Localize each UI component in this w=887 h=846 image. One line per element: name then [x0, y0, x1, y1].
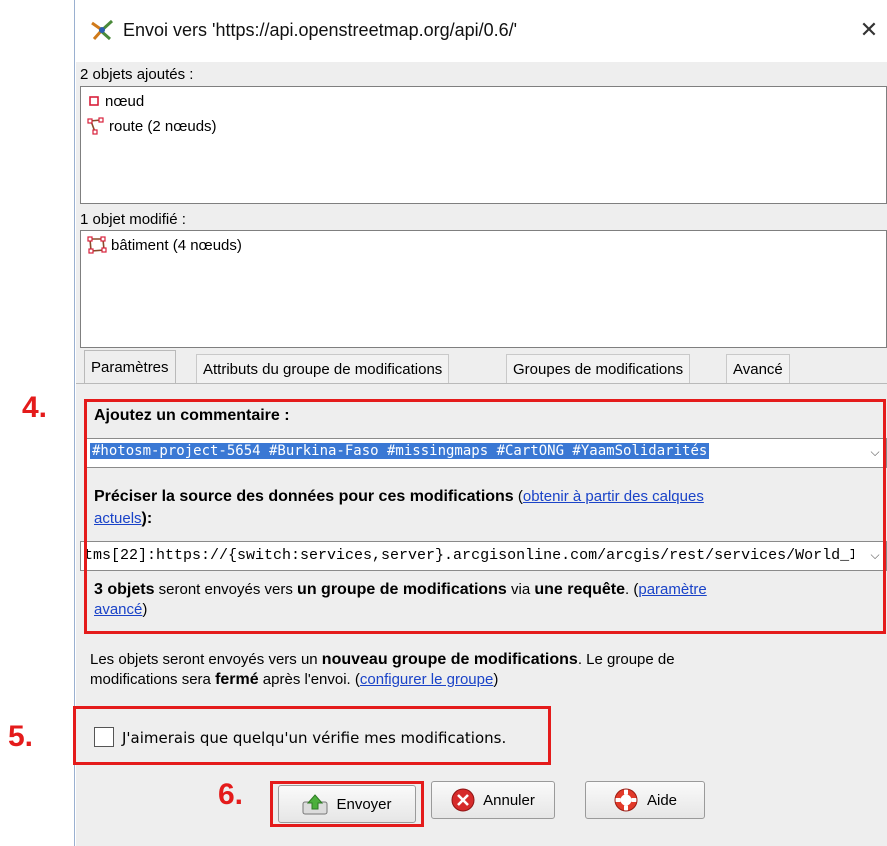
added-objects-label: 2 objets ajoutés :	[80, 66, 194, 83]
info-bold: nouveau groupe de modifications	[321, 651, 578, 668]
annotation-box-settings	[84, 399, 886, 634]
building-icon	[87, 236, 107, 254]
step-5-marker: 5.	[8, 720, 34, 753]
added-objects-list[interactable]: nœud route (2 nœuds)	[80, 86, 887, 204]
cancel-button-label: Annuler	[483, 791, 535, 809]
info-text: modifications sera	[90, 671, 216, 688]
tab-groupes[interactable]: Groupes de modifications	[506, 354, 691, 384]
window-title: Envoi vers 'https://api.openstreetmap.or…	[123, 20, 518, 40]
info-text: après l'envoi. (	[258, 671, 360, 688]
help-icon	[614, 788, 638, 812]
info-text: . Le groupe de	[577, 651, 675, 668]
changeset-info: Les objets seront envoyés vers un nouvea…	[90, 650, 870, 690]
tab-avance[interactable]: Avancé	[726, 354, 790, 384]
tab-parametres[interactable]: Paramètres	[84, 350, 176, 384]
configure-group-link[interactable]: configurer le groupe	[360, 671, 493, 688]
cancel-icon	[451, 788, 475, 812]
step-4-marker: 4.	[22, 391, 48, 424]
cancel-button[interactable]: Annuler	[431, 781, 555, 819]
list-item-label: route (2 nœuds)	[109, 117, 217, 135]
info-bold: fermé	[215, 671, 259, 688]
help-button-label: Aide	[646, 791, 678, 809]
title-bar: Envoi vers 'https://api.openstreetmap.or…	[76, 0, 887, 62]
tab-attributs[interactable]: Attributs du groupe de modifications	[196, 354, 450, 384]
step-6-marker: 6.	[218, 778, 244, 811]
tab-divider	[76, 383, 887, 384]
list-item-label: nœud	[105, 92, 145, 110]
modified-objects-list[interactable]: bâtiment (4 nœuds)	[80, 230, 887, 348]
node-icon	[89, 96, 99, 106]
josm-app-icon	[91, 19, 114, 41]
annotation-box-send	[270, 781, 424, 827]
annotation-box-review	[73, 706, 551, 765]
tab-strip: Paramètres Attributs du groupe de modifi…	[76, 350, 887, 384]
modified-objects-label: 1 objet modifié :	[80, 211, 186, 228]
help-button[interactable]: Aide	[585, 781, 705, 819]
way-icon	[87, 117, 104, 135]
close-icon[interactable]: ✕	[856, 15, 882, 45]
list-item[interactable]: nœud	[87, 90, 144, 112]
list-item[interactable]: bâtiment (4 nœuds)	[87, 234, 242, 256]
info-end: )	[493, 671, 499, 688]
list-item-label: bâtiment (4 nœuds)	[111, 236, 242, 254]
info-text: Les objets seront envoyés vers un	[90, 651, 322, 668]
list-item[interactable]: route (2 nœuds)	[87, 115, 217, 137]
